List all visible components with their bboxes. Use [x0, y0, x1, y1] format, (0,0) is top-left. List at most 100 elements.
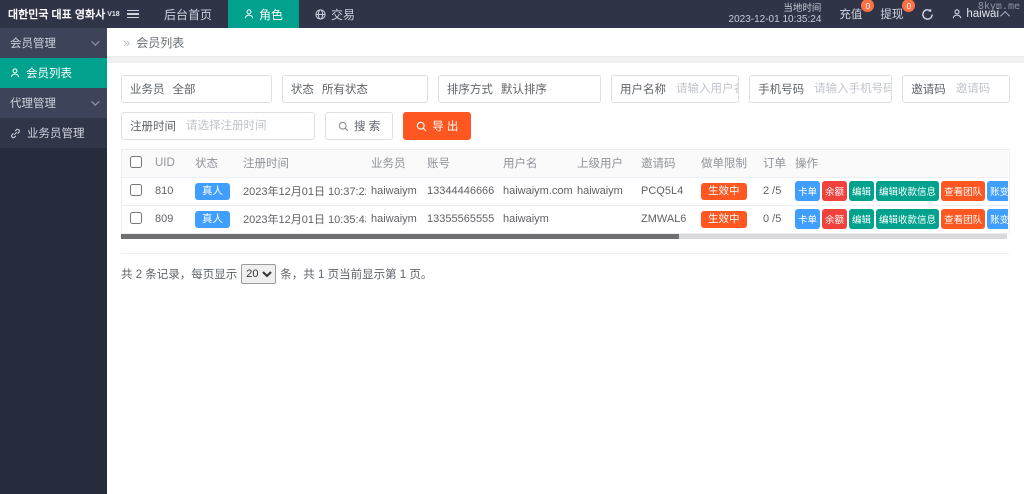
recharge-button[interactable]: 充值 0 [839, 0, 875, 22]
breadcrumb: » 会员列表 [107, 28, 1024, 57]
status-select[interactable]: 状态 所有状态 [281, 75, 428, 103]
sidebar-member-manage-label: 会员管理 [10, 38, 56, 50]
invite-code-input[interactable] [953, 76, 1009, 102]
sidebar-toggle-icon[interactable] [118, 0, 148, 28]
nav-item-home[interactable]: 后台首页 [148, 0, 228, 28]
reg-time-cell: 2023年12月01日 10:37:22 [238, 177, 366, 206]
horizontal-scrollbar[interactable] [121, 233, 1007, 239]
actions-cell: 卡单余额编辑编辑收款信息查看团队账变禁用删除设为假人 [790, 177, 1008, 206]
sidebar-item-member-manage[interactable]: 会员管理 [0, 28, 107, 58]
column-header: UID [150, 150, 190, 178]
watermark: 8kym.me [977, 1, 1020, 12]
limit-badge: 生效中 [701, 182, 747, 200]
main-content: » 会员列表 业务员 全部 状态 所有状态 排序方式 默认排序 用户名称 请输入… [107, 28, 1024, 494]
top-nav: 后台首页 角色 交易 [148, 0, 371, 28]
globe-icon [315, 8, 326, 20]
sidebar-agent-manage-label: 代理管理 [10, 98, 56, 110]
sort-select[interactable]: 排序方式 默认排序 [437, 75, 601, 103]
refresh-icon[interactable] [921, 8, 934, 21]
action-balance-change-button[interactable]: 账变 [987, 209, 1008, 229]
reg-time-input[interactable] [184, 113, 314, 139]
members-table-wrap: UID 状态 注册时间 业务员 账号 用户名 上级用户 邀请码 做单限制 订单 操作 810 真人 … [121, 149, 1010, 234]
action-edit-button[interactable]: 编辑 [849, 181, 875, 201]
recharge-count-badge: 0 [861, 0, 875, 12]
limit-badge: 生效中 [701, 210, 747, 228]
withdraw-button[interactable]: 提现 0 [880, 0, 916, 22]
link-icon [11, 128, 20, 138]
local-time-value: 2023-12-01 10:35:24 [728, 14, 822, 25]
action-edit-payment-info-button[interactable]: 编辑收款信息 [876, 181, 940, 201]
column-header: 邀请码 [636, 150, 696, 178]
search-icon [338, 121, 349, 131]
table-body: 810 真人 2023年12月01日 10:37:22 haiwaiym 133… [122, 177, 1008, 234]
search-button[interactable]: 搜 索 [325, 112, 394, 140]
column-header: 注册时间 [238, 150, 366, 178]
invite-code-filter-label: 邀请码 [911, 84, 946, 96]
salesman-select-label: 业务员 [130, 84, 165, 96]
action-balance-change-button[interactable]: 账变 [987, 181, 1008, 201]
action-view-team-button[interactable]: 查看团队 [941, 209, 986, 229]
invite-code-filter: 邀请码 [902, 75, 1010, 103]
action-card-order-button[interactable]: 卡单 [795, 181, 821, 201]
scrollbar-thumb[interactable] [121, 233, 680, 239]
column-header: 用户名 [498, 150, 572, 178]
sidebar-item-salesman-manage[interactable]: 业务员管理 [0, 118, 107, 148]
reg-time-filter-label: 注册时间 [130, 121, 176, 133]
salesman-cell: haiwaiym [366, 205, 422, 234]
phone-filter: 手机号码 [749, 75, 893, 103]
search-icon [416, 121, 427, 131]
row-checkbox[interactable] [130, 211, 142, 224]
column-header: 订单 [758, 150, 790, 178]
phone-filter-label: 手机号码 [758, 84, 805, 96]
status-select-label: 状态 [290, 84, 314, 96]
action-balance-button[interactable]: 余额 [822, 181, 848, 201]
column-header: 上级用户 [572, 150, 636, 178]
sort-select-value: 默认排序 [500, 84, 547, 96]
action-edit-payment-info-button[interactable]: 编辑收款信息 [876, 209, 940, 229]
filter-row-2: 注册时间 搜 索 导 出 [121, 112, 1010, 140]
nav-item-trade[interactable]: 交易 [299, 0, 371, 28]
parent-user-cell [572, 205, 636, 234]
local-time-label: 当地时间 [783, 3, 822, 14]
action-view-team-button[interactable]: 查看团队 [941, 181, 986, 201]
breadcrumb-label: 会员列表 [136, 35, 185, 50]
action-card-order-button[interactable]: 卡单 [795, 209, 821, 229]
topbar: 대한민국 대표 영화사 V18 后台首页 角色 交易 当地时间 2023-12-0… [0, 0, 1024, 28]
app-logo: 대한민국 대표 영화사 V18 [0, 0, 120, 28]
salesman-cell: haiwaiym [366, 177, 422, 206]
username-cell: haiwaiym [498, 205, 572, 234]
member-list-card: 业务员 全部 状态 所有状态 排序方式 默认排序 用户名称 手机号码 [107, 63, 1024, 494]
action-balance-button[interactable]: 余额 [822, 209, 848, 229]
status-cell: 真人 [190, 205, 238, 234]
members-table: UID 状态 注册时间 业务员 账号 用户名 上级用户 邀请码 做单限制 订单 操作 810 真人 … [122, 150, 1008, 234]
app-logo-text: 대한민국 대표 영화사 [8, 9, 106, 21]
page-size-select[interactable]: 20 [241, 263, 277, 284]
chevron-down-icon [91, 37, 100, 46]
row-select-cell [122, 177, 150, 206]
nav-item-role[interactable]: 角色 [228, 0, 300, 28]
username-filter: 用户名称 [610, 75, 740, 103]
sidebar-item-agent-manage[interactable]: 代理管理 [0, 88, 107, 118]
column-header: 做单限制 [696, 150, 758, 178]
export-button[interactable]: 导 出 [403, 112, 472, 140]
withdraw-label: 提现 [880, 9, 904, 21]
sidebar-member-list-label: 会员列表 [26, 68, 72, 80]
export-button-label: 导 出 [432, 121, 459, 133]
invite-code-cell: ZMWAL6 [636, 205, 696, 234]
parent-user-cell: haiwaiym [572, 177, 636, 206]
row-checkbox[interactable] [130, 183, 142, 196]
select-all-checkbox[interactable] [130, 155, 142, 168]
username-input[interactable] [673, 76, 739, 102]
phone-input[interactable] [812, 76, 892, 102]
status-badge: 真人 [195, 210, 230, 228]
action-edit-button[interactable]: 编辑 [849, 209, 875, 229]
nav-trade-label: 交易 [331, 7, 356, 22]
salesman-select[interactable]: 业务员 全部 [121, 75, 272, 103]
reg-time-cell: 2023年12月01日 10:35:43 [238, 205, 366, 234]
actions-cell: 卡单余额编辑编辑收款信息查看团队账变禁用删除设为假人 [790, 205, 1008, 234]
sidebar-item-member-list[interactable]: 会员列表 [0, 58, 107, 88]
status-badge: 真人 [195, 182, 230, 200]
person-icon [244, 9, 254, 19]
invite-code-cell: PCQ5L4 [636, 177, 696, 206]
select-all-header [122, 150, 150, 178]
